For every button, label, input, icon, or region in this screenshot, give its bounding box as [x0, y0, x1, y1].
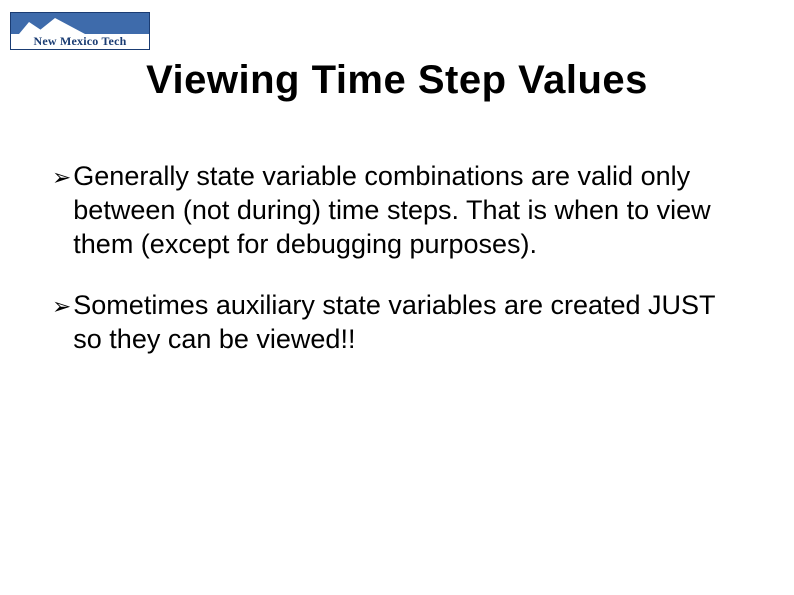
logo-caption: New Mexico Tech — [11, 34, 149, 49]
bullet-marker-icon: ➢ — [52, 289, 71, 323]
slide-body: ➢ Generally state variable combinations … — [52, 160, 742, 385]
bullet-text: Sometimes auxiliary state variables are … — [73, 289, 742, 357]
slide: New Mexico Tech Viewing Time Step Values… — [0, 0, 794, 595]
bullet-marker-icon: ➢ — [52, 160, 71, 194]
institution-logo: New Mexico Tech — [10, 12, 150, 50]
bullet-item: ➢ Sometimes auxiliary state variables ar… — [52, 289, 742, 357]
bullet-item: ➢ Generally state variable combinations … — [52, 160, 742, 261]
logo-graphic — [11, 13, 149, 34]
logo-text: New Mexico Tech — [34, 34, 127, 49]
bullet-text: Generally state variable combinations ar… — [73, 160, 742, 261]
slide-title: Viewing Time Step Values — [0, 58, 794, 103]
mountain-icon — [35, 18, 85, 34]
